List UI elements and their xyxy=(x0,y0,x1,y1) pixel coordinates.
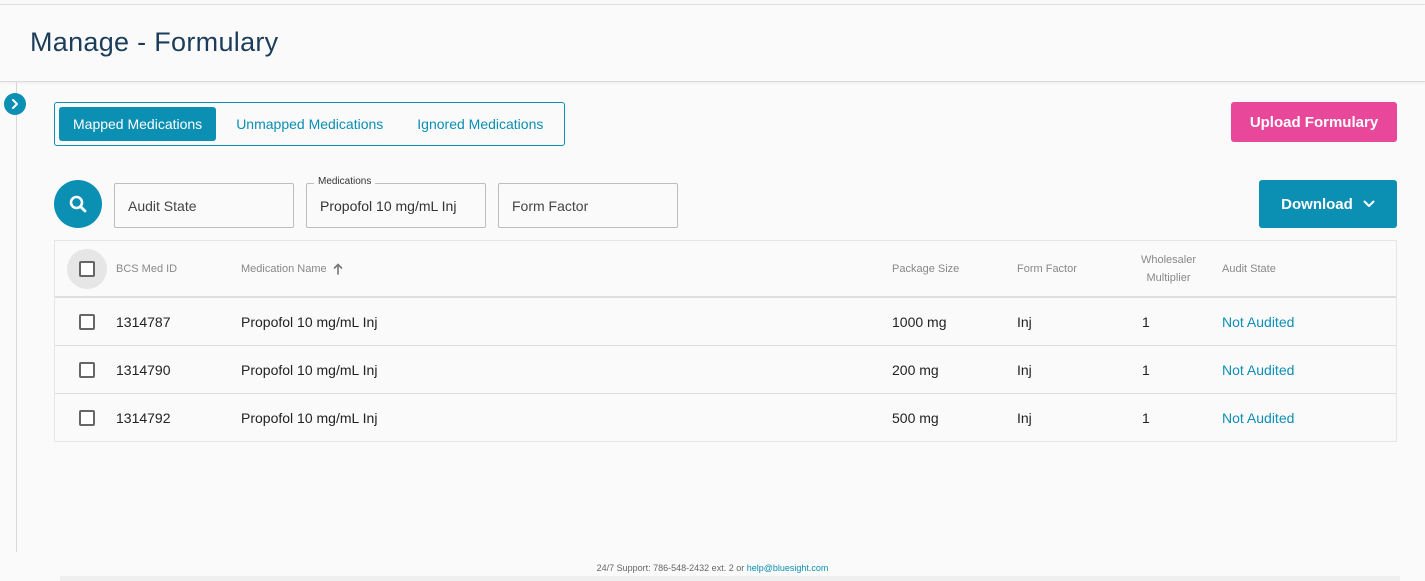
footer-support-text: 24/7 Support: 786-548-2432 ext. 2 or xyxy=(596,563,747,573)
column-header-multiplier-line2: Multiplier xyxy=(1146,271,1191,284)
footer-support-email-link[interactable]: help@bluesight.com xyxy=(747,563,829,573)
cell-audit-state-link[interactable]: Not Audited xyxy=(1222,346,1294,393)
cell-audit-state-link[interactable]: Not Audited xyxy=(1222,298,1294,345)
table-header: BCS Med ID Medication Name Package Size … xyxy=(55,241,1396,298)
sidebar-expand-button[interactable] xyxy=(4,93,26,115)
form-factor-placeholder: Form Factor xyxy=(512,197,589,214)
cell-medication-name: Propofol 10 mg/mL Inj xyxy=(241,410,378,426)
column-header-audit-state[interactable]: Audit State xyxy=(1222,241,1276,296)
tab-unmapped-medications[interactable]: Unmapped Medications xyxy=(222,107,397,141)
chevron-down-icon xyxy=(1363,200,1375,207)
cell-bcs-med-id: 1314787 xyxy=(116,313,171,330)
page-title: Manage - Formulary xyxy=(30,27,279,57)
table-row[interactable]: 1314787 Propofol 10 mg/mL Inj 1000 mg In… xyxy=(55,298,1396,346)
column-header-medication-name[interactable]: Medication Name xyxy=(241,241,343,296)
upload-formulary-button[interactable]: Upload Formulary xyxy=(1231,102,1397,142)
row-checkbox[interactable] xyxy=(79,410,95,426)
cell-form-factor: Inj xyxy=(1017,313,1032,330)
download-label: Download xyxy=(1281,195,1353,213)
table-row[interactable]: 1314792 Propofol 10 mg/mL Inj 500 mg Inj… xyxy=(55,394,1396,442)
select-all-checkbox-wrapper xyxy=(67,249,107,289)
audit-state-filter[interactable]: Audit State xyxy=(114,183,294,228)
cell-medication-name: Propofol 10 mg/mL Inj xyxy=(241,313,378,330)
cell-multiplier: 1 xyxy=(1142,361,1150,378)
footer-bar xyxy=(60,576,1400,581)
select-all-checkbox[interactable] xyxy=(79,261,95,277)
row-checkbox[interactable] xyxy=(79,313,95,330)
sidebar-divider xyxy=(16,82,17,552)
download-button[interactable]: Download xyxy=(1259,180,1397,228)
cell-form-factor: Inj xyxy=(1017,361,1032,378)
tab-mapped-medications[interactable]: Mapped Medications xyxy=(59,107,217,141)
tab-ignored-medications[interactable]: Ignored Medications xyxy=(403,107,557,141)
sort-ascending-icon xyxy=(333,262,342,275)
medications-filter-label: Medications xyxy=(314,176,376,187)
medications-filter[interactable]: Medications Propofol 10 mg/mL Inj xyxy=(306,176,486,228)
footer-support: 24/7 Support: 786-548-2432 ext. 2 or hel… xyxy=(0,563,1425,573)
column-header-package-size[interactable]: Package Size xyxy=(892,241,959,296)
search-button[interactable] xyxy=(54,180,102,228)
column-header-bcs-med-id[interactable]: BCS Med ID xyxy=(116,241,177,296)
column-header-wholesaler-line1: Wholesaler xyxy=(1141,253,1197,266)
search-icon xyxy=(69,195,87,213)
cell-bcs-med-id: 1314790 xyxy=(116,361,171,378)
medications-table: BCS Med ID Medication Name Package Size … xyxy=(54,240,1397,442)
cell-multiplier: 1 xyxy=(1142,313,1150,330)
medications-filter-value: Propofol 10 mg/mL Inj xyxy=(320,197,457,214)
column-header-form-factor[interactable]: Form Factor xyxy=(1017,241,1077,296)
cell-audit-state-link[interactable]: Not Audited xyxy=(1222,394,1294,442)
cell-form-factor: Inj xyxy=(1017,410,1032,426)
cell-package-size: 1000 mg xyxy=(892,313,947,330)
page-header: Manage - Formulary xyxy=(0,5,1425,82)
row-checkbox[interactable] xyxy=(79,361,95,378)
cell-medication-name: Propofol 10 mg/mL Inj xyxy=(241,361,378,378)
medication-tabs: Mapped Medications Unmapped Medications … xyxy=(54,102,565,146)
column-header-wholesaler-multiplier[interactable]: Wholesaler Multiplier xyxy=(1141,241,1196,296)
table-row[interactable]: 1314790 Propofol 10 mg/mL Inj 200 mg Inj… xyxy=(55,346,1396,394)
cell-package-size: 200 mg xyxy=(892,361,939,378)
form-factor-filter[interactable]: Form Factor xyxy=(498,183,678,228)
cell-package-size: 500 mg xyxy=(892,410,939,426)
audit-state-placeholder: Audit State xyxy=(128,197,197,214)
column-header-medication-name-label: Medication Name xyxy=(241,262,327,275)
chevron-right-icon xyxy=(12,99,18,109)
cell-bcs-med-id: 1314792 xyxy=(116,410,171,426)
cell-multiplier: 1 xyxy=(1142,410,1150,426)
